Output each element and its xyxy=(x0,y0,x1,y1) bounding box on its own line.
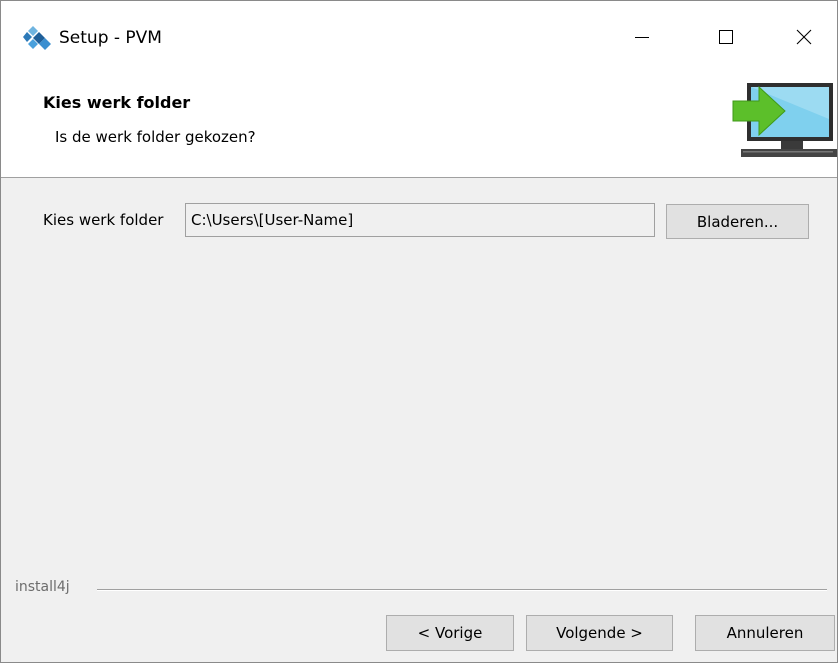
title-bar[interactable]: Setup - PVM xyxy=(1,1,837,67)
branding-divider xyxy=(97,589,827,591)
browse-button[interactable]: Bladeren... xyxy=(666,204,809,239)
install4j-diamond-icon xyxy=(23,26,51,50)
minimize-icon xyxy=(635,37,649,38)
folder-label: Kies werk folder xyxy=(43,211,164,229)
window-title: Setup - PVM xyxy=(59,28,162,48)
close-button[interactable] xyxy=(781,19,827,55)
maximize-icon xyxy=(719,30,733,44)
minimize-button[interactable] xyxy=(619,19,665,55)
maximize-button[interactable] xyxy=(703,19,749,55)
close-icon xyxy=(796,29,812,45)
branding-label: install4j xyxy=(15,579,70,595)
monitor-arrow-icon xyxy=(732,83,837,157)
folder-path-input[interactable] xyxy=(185,203,655,237)
setup-window: Setup - PVM Kies werk folder Is de werk … xyxy=(0,0,838,663)
page-title: Kies werk folder xyxy=(43,93,191,112)
back-button[interactable]: < Vorige xyxy=(386,615,514,651)
page-subtitle: Is de werk folder gekozen? xyxy=(55,128,256,146)
wizard-header: Kies werk folder Is de werk folder gekoz… xyxy=(1,67,837,178)
next-button[interactable]: Volgende > xyxy=(526,615,673,651)
cancel-button[interactable]: Annuleren xyxy=(695,615,835,651)
